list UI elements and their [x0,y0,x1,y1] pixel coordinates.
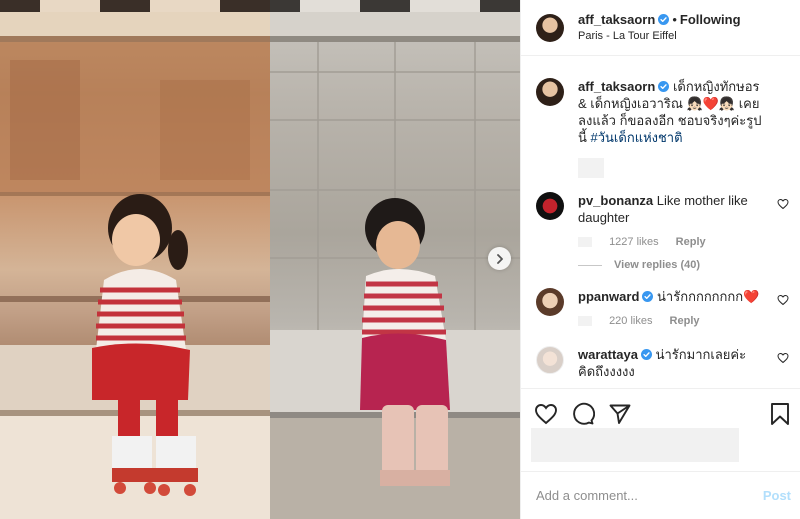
post-image[interactable] [0,0,520,519]
comment-item: warattaya น่ารักมากเลยค่ะ คิดถึงงงงง [521,330,800,380]
heart-icon[interactable] [534,402,558,426]
verified-badge-icon [640,349,652,360]
comment-likes[interactable]: 1227 likes [609,236,659,248]
comment-body: pv_bonanza Like mother like daughter 122… [578,192,763,274]
comment-item: pv_bonanza Like mother like daughter 122… [521,178,800,274]
comment-username[interactable]: warattaya [578,347,638,362]
post-comment-button[interactable]: Post [763,488,791,503]
comment-body: ppanward น่ารักกกกกกกก❤️ 220 likes Reply [578,288,763,330]
comment-meta: 220 likes Reply [578,313,763,330]
location-link[interactable]: Paris - La Tour Eiffel [578,28,741,44]
verified-badge-icon [658,13,670,25]
chevron-right-icon [496,253,503,264]
verified-badge-icon [642,291,654,302]
header-username[interactable]: aff_taksaorn [578,12,655,27]
share-icon[interactable] [608,402,632,426]
view-replies-button[interactable]: View replies (40) [578,257,763,274]
comment-username[interactable]: pv_bonanza [578,193,653,208]
reply-button[interactable]: Reply [676,236,706,248]
photo-left-vintage [0,0,270,519]
add-comment-input[interactable] [536,488,763,503]
avatar[interactable] [536,288,564,316]
comment-body: warattaya น่ารักมากเลยค่ะ คิดถึงงงงง [578,346,763,380]
caption: aff_taksaorn เด็กหญิงทักษอร & เด็กหญิงเอ… [521,57,800,178]
following-button[interactable]: Following [680,12,741,27]
header-text: aff_taksaorn • Following Paris - La Tour E… [578,12,741,44]
next-photo-button[interactable] [488,247,511,270]
comment-text: น่ารักกกกกกกก❤️ [657,289,760,304]
hashtag-link[interactable]: #วันเด็กแห่งชาติ [591,130,683,145]
timestamp-blur [578,237,592,248]
comment-username[interactable]: ppanward [578,289,639,304]
separator-dot: • [672,11,677,27]
timestamp-blur [578,316,592,327]
bookmark-icon[interactable] [769,402,791,426]
comment-meta: 1227 likes Reply [578,234,763,251]
caption-timestamp-blur [578,158,604,178]
verified-badge-icon [658,81,670,92]
comment-icon[interactable] [571,402,595,426]
caption-username[interactable]: aff_taksaorn [578,79,655,94]
heart-icon[interactable] [777,352,789,364]
post-side-panel: aff_taksaorn • Following Paris - La Tour E… [520,0,800,519]
view-replies-label: View replies (40) [614,259,701,271]
caption-body: aff_taksaorn เด็กหญิงทักษอร & เด็กหญิงเอ… [578,78,763,178]
recent-photo-illustration [270,0,520,519]
photo-right-recent [270,0,520,519]
add-comment-bar: Post [521,471,800,519]
avatar[interactable] [536,13,564,42]
reply-button[interactable]: Reply [670,315,700,327]
avatar[interactable] [536,346,564,374]
avatar[interactable] [536,192,564,220]
instagram-post: aff_taksaorn • Following Paris - La Tour E… [0,0,800,519]
post-header: aff_taksaorn • Following Paris - La Tour E… [521,0,800,56]
avatar[interactable] [536,78,564,106]
heart-icon[interactable] [777,198,789,210]
comment-likes[interactable]: 220 likes [609,315,652,327]
heart-icon[interactable] [777,294,789,306]
comment-item: ppanward น่ารักกกกกกกก❤️ 220 likes Reply [521,274,800,330]
vintage-photo-illustration [0,0,270,519]
likes-count-blur [531,428,739,462]
replies-divider [578,265,602,266]
comments-list[interactable]: aff_taksaorn เด็กหญิงทักษอร & เด็กหญิงเอ… [521,57,800,388]
